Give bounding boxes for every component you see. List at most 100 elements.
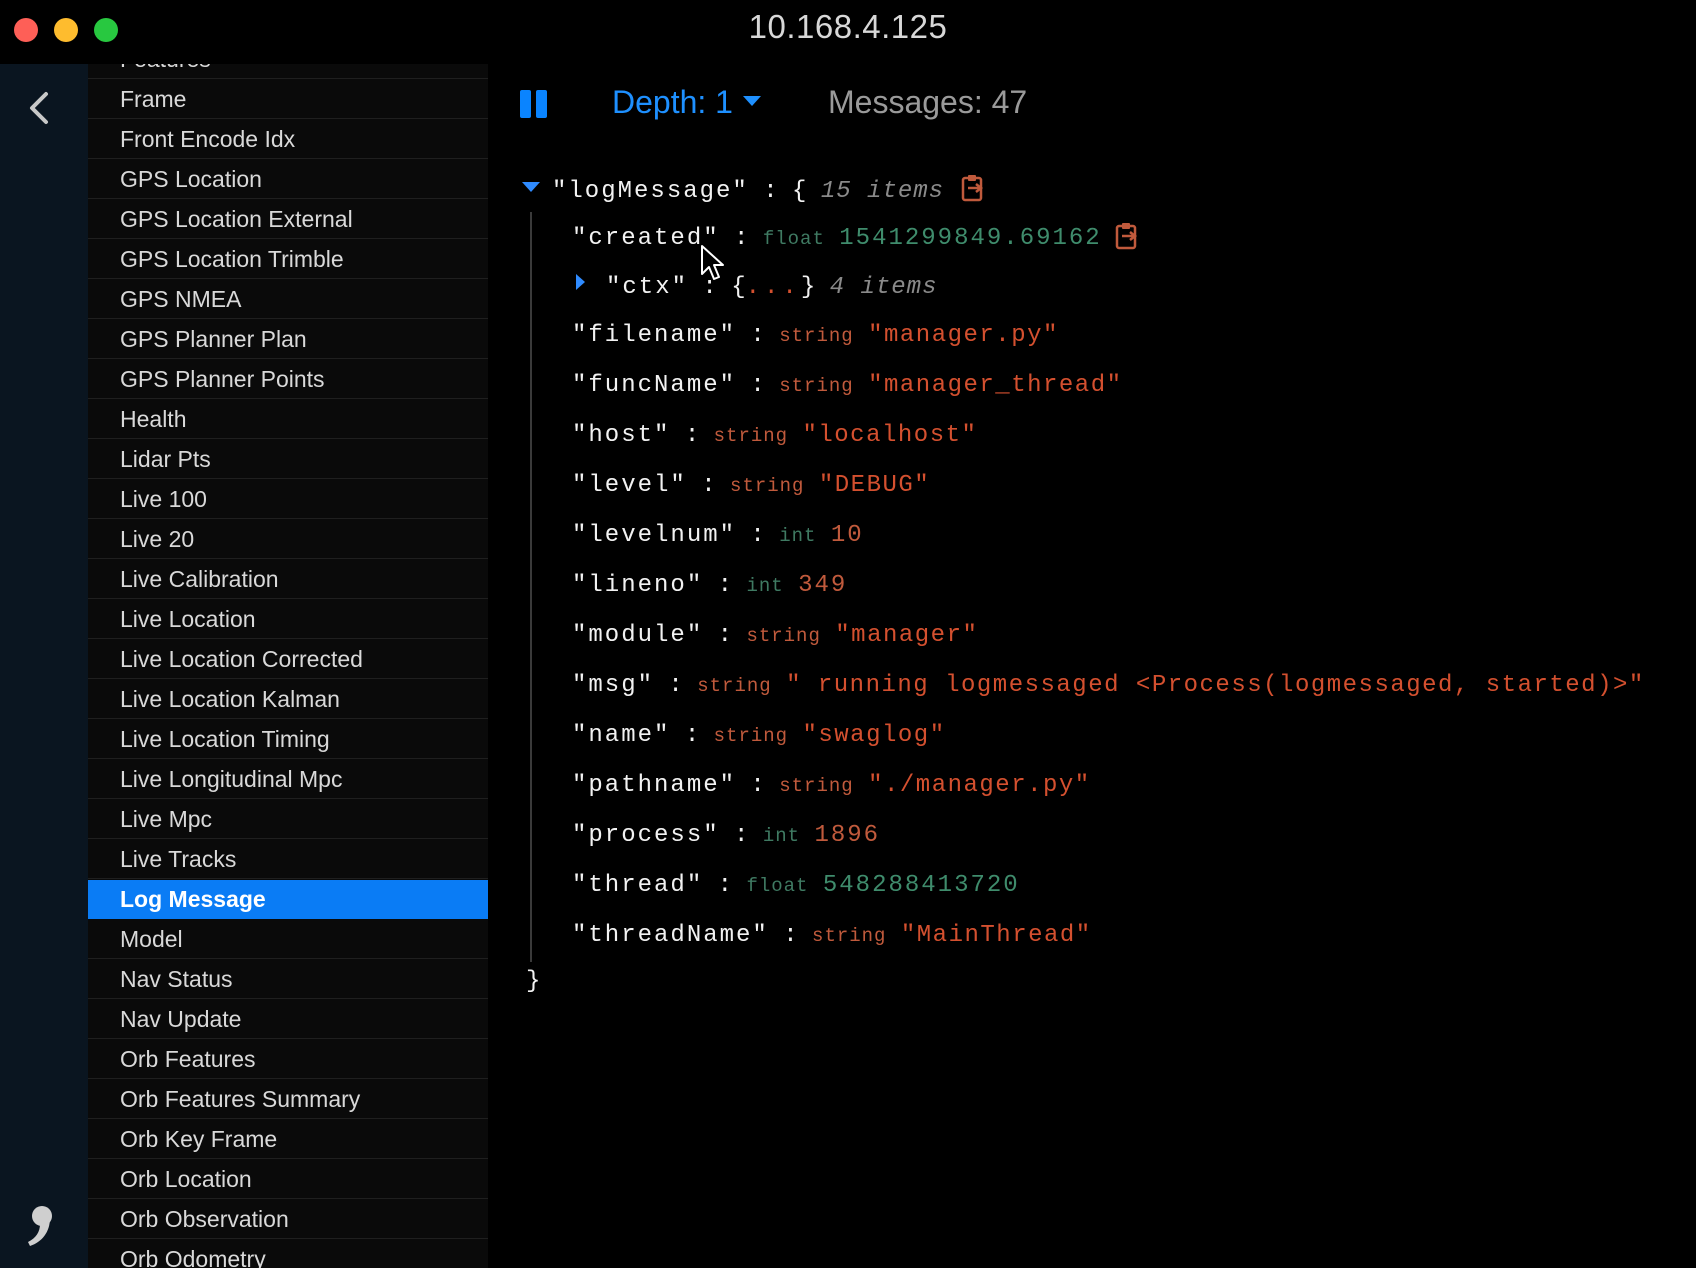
field-type: string bbox=[730, 475, 805, 497]
field-key: "created" bbox=[572, 225, 720, 252]
sidebar-item[interactable]: GPS Planner Plan bbox=[88, 320, 488, 359]
sidebar-item[interactable]: GPS Location bbox=[88, 160, 488, 199]
field-key: "filename" bbox=[572, 322, 737, 349]
field-type: string bbox=[779, 375, 854, 397]
tree-field-row: "thread" : float 548288413720 bbox=[572, 872, 1020, 899]
sidebar-item[interactable]: Orb Key Frame bbox=[88, 1120, 488, 1159]
field-value: "MainThread" bbox=[900, 922, 1092, 949]
tree-field-row: "msg" : string " running logmessaged <Pr… bbox=[572, 672, 1645, 699]
field-type: string bbox=[779, 775, 854, 797]
sidebar-item[interactable]: Nav Status bbox=[88, 960, 488, 999]
tree-field-row: "created" : float 1541299849.69162 bbox=[572, 222, 1140, 252]
sidebar-item[interactable]: Health bbox=[88, 400, 488, 439]
field-key: "funcName" bbox=[572, 372, 737, 399]
depth-label: Depth: 1 bbox=[612, 84, 733, 120]
tree-field-row: "module" : string "manager" bbox=[572, 622, 979, 649]
title-bar: 10.168.4.125 bbox=[0, 0, 1696, 64]
sidebar-item[interactable]: Orb Location bbox=[88, 1160, 488, 1199]
collapsed-ellipsis[interactable]: ... bbox=[746, 274, 801, 301]
field-key: "thread" bbox=[572, 872, 704, 899]
back-chevron-icon[interactable] bbox=[22, 88, 56, 128]
caret-down-icon bbox=[742, 95, 761, 106]
tree-field-row: "process" : int 1896 bbox=[572, 822, 881, 849]
field-value: "manager_thread" bbox=[868, 372, 1123, 399]
window-title: 10.168.4.125 bbox=[748, 8, 948, 45]
sidebar-item[interactable]: Nav Update bbox=[88, 1000, 488, 1039]
collapse-toggle-icon[interactable] bbox=[576, 274, 585, 290]
sidebar-item[interactable]: Orb Observation bbox=[88, 1200, 488, 1239]
tree-field-row: "ctx" : {...} 4 items bbox=[606, 274, 938, 301]
sidebar-item[interactable]: GPS NMEA bbox=[88, 280, 488, 319]
field-value: 10 bbox=[830, 522, 864, 549]
sidebar-item[interactable]: Live 20 bbox=[88, 520, 488, 559]
sidebar-item[interactable]: Orb Features Summary bbox=[88, 1080, 488, 1119]
tree-field-row: "filename" : string "manager.py" bbox=[572, 322, 1059, 349]
field-type: string bbox=[779, 325, 854, 347]
depth-dropdown[interactable]: Depth: 1 bbox=[612, 84, 761, 121]
field-key: "process" bbox=[572, 822, 720, 849]
sidebar-item[interactable]: Live Mpc bbox=[88, 800, 488, 839]
field-value: "localhost" bbox=[802, 422, 978, 449]
field-type: float bbox=[762, 228, 825, 250]
tree-indent-guide bbox=[530, 212, 532, 962]
field-type: string bbox=[713, 725, 789, 747]
copy-clipboard-icon[interactable] bbox=[960, 174, 986, 202]
field-key: "pathname" bbox=[572, 772, 737, 799]
tree-field-row: "lineno" : int 349 bbox=[572, 572, 848, 599]
field-type: string bbox=[713, 425, 789, 447]
tree-field-row: "name" : string "swaglog" bbox=[572, 722, 946, 749]
field-type: string bbox=[697, 675, 772, 697]
sidebar-item[interactable]: Live Longitudinal Mpc bbox=[88, 760, 488, 799]
root-key: "logMessage" bbox=[552, 178, 749, 205]
field-key: "host" bbox=[572, 422, 671, 449]
field-value: 548288413720 bbox=[822, 872, 1020, 899]
sidebar-item[interactable]: GPS Planner Points bbox=[88, 360, 488, 399]
tree-field-row: "host" : string "localhost" bbox=[572, 422, 978, 449]
sidebar-item[interactable]: Live Location Timing bbox=[88, 720, 488, 759]
comma-logo-icon bbox=[28, 1206, 52, 1246]
field-value: "swaglog" bbox=[802, 722, 946, 749]
sidebar-item[interactable]: GPS Location Trimble bbox=[88, 240, 488, 279]
sidebar-item[interactable]: Features bbox=[88, 64, 488, 79]
sidebar-item[interactable]: Front Encode Idx bbox=[88, 120, 488, 159]
field-key: "ctx" bbox=[606, 274, 689, 301]
sidebar-item[interactable]: Frame bbox=[88, 80, 488, 119]
tree-field-row: "levelnum" : int 10 bbox=[572, 522, 864, 549]
tree-field-row: "funcName" : string "manager_thread" bbox=[572, 372, 1123, 399]
sidebar-item[interactable]: Live Calibration bbox=[88, 560, 488, 599]
sidebar-item[interactable]: Live Location bbox=[88, 600, 488, 639]
sidebar-item[interactable]: Model bbox=[88, 920, 488, 959]
field-value: 349 bbox=[798, 572, 848, 599]
field-item-count: 4 items bbox=[829, 274, 938, 301]
closing-brace: } bbox=[526, 968, 541, 995]
expand-toggle-icon[interactable] bbox=[522, 182, 540, 192]
field-key: "level" bbox=[572, 472, 687, 499]
field-value: "./manager.py" bbox=[868, 772, 1091, 799]
sidebar-item[interactable]: Live Location Kalman bbox=[88, 680, 488, 719]
field-key: "lineno" bbox=[572, 572, 704, 599]
sidebar-item[interactable]: Orb Odometry bbox=[88, 1240, 488, 1268]
field-value: " running logmessaged <Process(logmessag… bbox=[786, 672, 1645, 699]
sidebar-item[interactable]: GPS Location External bbox=[88, 200, 488, 239]
field-type: string bbox=[812, 925, 887, 947]
sidebar-item[interactable]: Live Tracks bbox=[88, 840, 488, 879]
copy-clipboard-icon[interactable] bbox=[1102, 223, 1140, 252]
sidebar-item[interactable]: Live Location Corrected bbox=[88, 640, 488, 679]
tree-field-row: "level" : string "DEBUG" bbox=[572, 472, 931, 499]
field-key: "name" bbox=[572, 722, 671, 749]
sidebar-item[interactable]: Live 100 bbox=[88, 480, 488, 519]
messages-count: Messages: 47 bbox=[828, 84, 1028, 120]
pause-button[interactable] bbox=[520, 90, 548, 118]
message-type-list: FeaturesFrameFront Encode IdxGPS Locatio… bbox=[88, 64, 488, 1268]
field-value: "DEBUG" bbox=[818, 472, 931, 499]
sidebar-item[interactable]: Log Message bbox=[88, 880, 488, 919]
mouse-pointer-icon bbox=[701, 245, 724, 280]
field-key: "msg" bbox=[572, 672, 655, 699]
sidebar-item[interactable]: Orb Features bbox=[88, 1040, 488, 1079]
field-value: 1541299849.69162 bbox=[839, 225, 1102, 252]
field-type: int bbox=[746, 575, 784, 597]
sidebar-item[interactable]: Lidar Pts bbox=[88, 440, 488, 479]
left-rail bbox=[0, 64, 88, 1268]
field-type: string bbox=[746, 625, 821, 647]
tree-field-row: "threadName" : string "MainThread" bbox=[572, 922, 1092, 949]
